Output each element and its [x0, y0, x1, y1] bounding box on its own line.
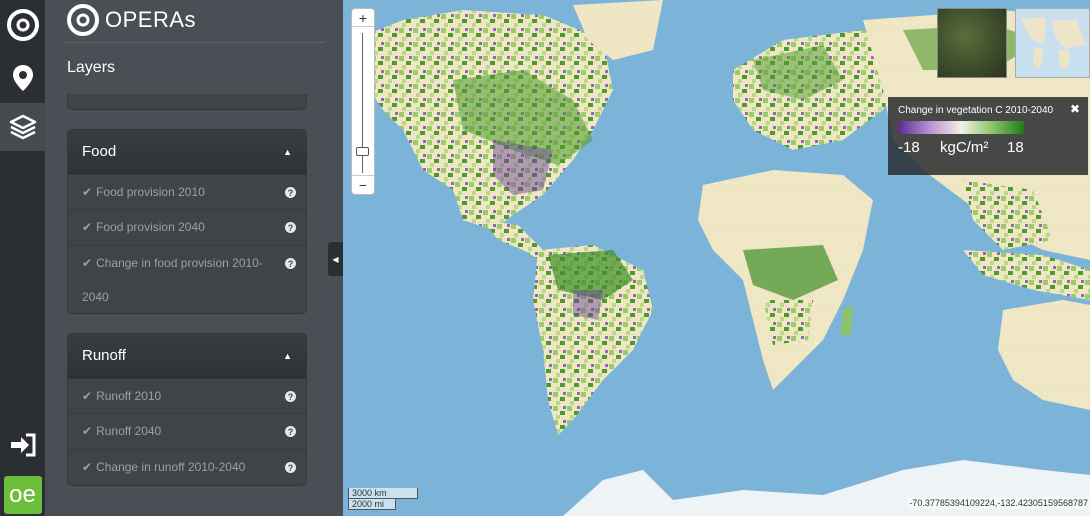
legend-min-value: -18: [898, 139, 920, 156]
brand-name: OPERAs: [105, 7, 197, 32]
satellite-basemap-thumbnail[interactable]: [937, 8, 1007, 78]
collapse-panel-button[interactable]: ◀: [328, 242, 343, 276]
layers-icon[interactable]: [0, 103, 45, 151]
legend-title: Change in vegetation C 2010-2040: [898, 105, 1054, 116]
oe-logo-icon[interactable]: oe: [0, 474, 45, 516]
sign-in-icon[interactable]: [0, 425, 45, 465]
check-icon: ✔: [82, 185, 93, 199]
zoom-in-button[interactable]: +: [352, 9, 374, 27]
map-view[interactable]: + − Change in vegetation C 2010-2040 ✖ -…: [343, 0, 1090, 516]
layers-scroll-area[interactable]: 2040 Food ▲ ✔Food provision 2010 ? ✔Food…: [45, 94, 325, 516]
legend-panel: Change in vegetation C 2010-2040 ✖ -18 k…: [888, 97, 1088, 175]
legend-max-value: 18: [1007, 139, 1024, 156]
caret-up-icon[interactable]: ▲: [283, 147, 292, 157]
layer-item-label: Food provision 2010: [96, 185, 205, 199]
street-basemap-thumbnail[interactable]: [1015, 8, 1090, 78]
zoom-out-button[interactable]: −: [352, 175, 374, 193]
opera-brand-icon: [67, 4, 99, 36]
check-icon: ✔: [82, 389, 93, 403]
check-icon: ✔: [82, 424, 93, 438]
scale-mi: 2000 mi: [348, 499, 396, 510]
layer-item-label: Runoff 2010: [96, 389, 162, 403]
layer-item[interactable]: ✔ Runoff 2040 ?: [68, 413, 306, 449]
layer-item-label: Change in runoff 2010-2040: [96, 460, 246, 474]
close-icon[interactable]: ✖: [1070, 102, 1080, 116]
group-food-title: Food: [82, 143, 117, 160]
caret-left-icon: ◀: [332, 254, 339, 264]
check-icon: ✔: [82, 256, 93, 270]
layers-panel: OPERAs Layers 2040 Food ▲ ✔Food provisio…: [45, 0, 371, 516]
icon-rail: oe: [0, 0, 45, 516]
scale-km: 3000 km: [348, 488, 418, 499]
check-icon: ✔: [82, 460, 93, 474]
oe-logo-label: oe: [3, 476, 42, 514]
legend-color-ramp: [898, 121, 1024, 134]
help-icon[interactable]: ?: [285, 391, 296, 402]
help-icon[interactable]: ?: [285, 222, 296, 233]
layer-item-label: Food provision 2040: [96, 220, 205, 234]
help-icon[interactable]: ?: [285, 426, 296, 437]
layer-item[interactable]: ✔ Change in runoff 2010-2040 ?: [68, 449, 306, 485]
check-icon: ✔: [82, 220, 93, 234]
opera-logo-icon[interactable]: [0, 0, 45, 50]
group-runoff: Runoff ▲ ✔ Runoff 2010 ? ✔ Runoff 2040 ? ✔…: [67, 333, 307, 486]
help-icon[interactable]: ?: [285, 187, 296, 198]
legend-unit: kgC/m²: [940, 139, 989, 156]
help-icon[interactable]: ?: [285, 258, 296, 269]
divider: [65, 42, 325, 43]
layer-item[interactable]: ✔ Food provision 2040 ?: [68, 209, 306, 245]
panel-title: Layers: [67, 59, 116, 76]
layer-item[interactable]: ✔ Food provision 2010 ?: [68, 174, 306, 209]
group-food: Food ▲ ✔ Food provision 2010 ? ✔ Food prov…: [67, 129, 307, 314]
map-marker-icon[interactable]: [0, 55, 45, 100]
layer-item[interactable]: ✔ Change in food provision 2010-2040 ?: [68, 245, 306, 313]
layer-item[interactable]: ✔ Runoff 2010 ?: [68, 378, 306, 413]
brand: OPERAs: [65, 2, 196, 38]
help-icon[interactable]: ?: [285, 462, 296, 473]
caret-up-icon[interactable]: ▲: [283, 351, 292, 361]
zoom-slider-handle[interactable]: [356, 147, 369, 156]
layer-item-label: Runoff 2040: [96, 424, 162, 438]
basemap-switcher: [937, 8, 1090, 78]
group-runoff-title: Runoff: [82, 347, 126, 364]
group-food-header[interactable]: Food ▲: [68, 130, 306, 174]
layer-item-label: Change in food provision 2010-2040: [82, 256, 263, 304]
previous-group-tail: 2040: [67, 94, 307, 110]
scale-bar: 3000 km 2000 mi: [348, 488, 418, 510]
zoom-control: + −: [351, 8, 375, 195]
group-runoff-header[interactable]: Runoff ▲: [68, 334, 306, 378]
cursor-coordinates: -70.37785394109224,-132.42305159568787: [907, 497, 1090, 509]
